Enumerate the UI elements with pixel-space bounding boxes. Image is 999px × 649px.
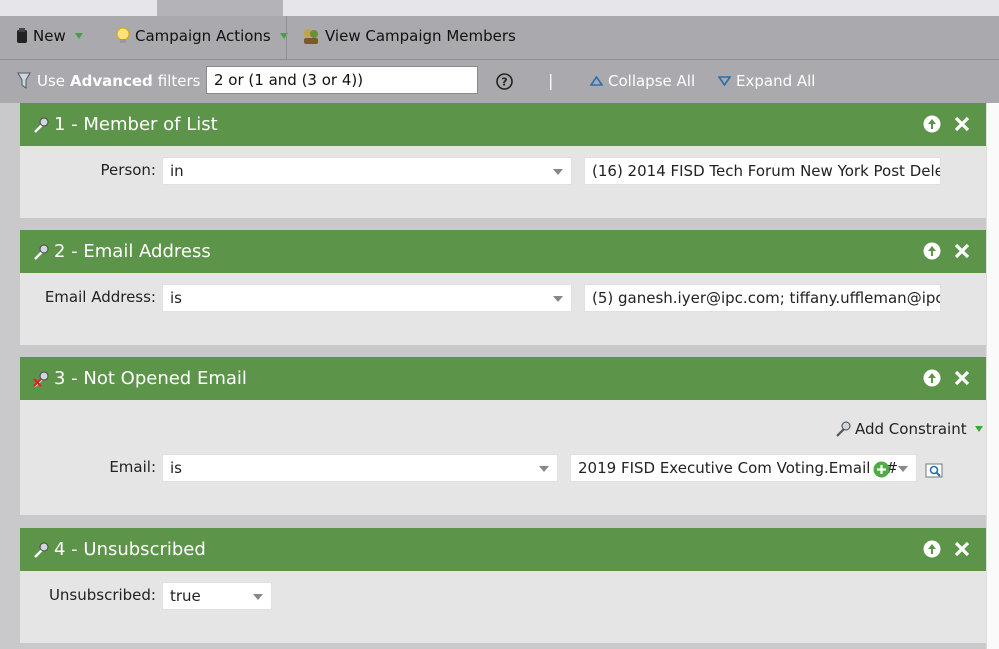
svg-text:?: ? [501, 76, 507, 89]
filter-title-text: 2 - Email Address [54, 241, 211, 262]
operator-value: is [170, 289, 182, 307]
filter-title: 4 - Unsubscribed [32, 539, 206, 560]
field-label: Email Address: [44, 288, 156, 306]
filter-title: 1 - Member of List [32, 114, 218, 135]
operator-select[interactable]: is [162, 454, 558, 482]
close-icon[interactable] [953, 369, 971, 387]
collapse-all-link[interactable]: Collapse All [590, 72, 695, 90]
filter-header[interactable]: 3 - Not Opened Email [20, 357, 986, 400]
add-constraint-button[interactable]: Add Constraint [835, 420, 983, 438]
lightbulb-icon [116, 27, 130, 43]
new-label: New [33, 27, 66, 45]
view-campaign-members-button[interactable]: View Campaign Members [302, 27, 516, 45]
filter-header[interactable]: 2 - Email Address [20, 230, 986, 273]
separator: | [548, 71, 554, 90]
filter-title-text: 4 - Unsubscribed [54, 539, 206, 560]
members-icon [304, 29, 318, 44]
chevron-down-icon [74, 33, 83, 39]
scrollbar[interactable] [986, 103, 999, 649]
new-menu-button[interactable]: New [16, 27, 83, 45]
value-input[interactable]: (5) ganesh.iyer@ipc.com; tiffany.ufflema… [584, 284, 941, 312]
wrench-disabled-icon [33, 371, 49, 387]
toolbar: New Campaign Actions View Campaign Membe… [0, 16, 999, 60]
close-icon[interactable] [953, 540, 971, 558]
field-label: Email: [109, 458, 156, 476]
value-text: (16) 2014 FISD Tech Forum New York Post … [592, 162, 941, 180]
boolean-select[interactable]: true [162, 582, 272, 610]
tab-strip [0, 0, 999, 16]
expand-all-link[interactable]: Expand All [718, 72, 815, 90]
filter-bar: Use Advanced filters ? | Collapse All Ex… [0, 60, 999, 103]
move-up-icon[interactable] [923, 115, 941, 133]
advanced-label: Advanced [70, 72, 153, 90]
chevron-down-icon [974, 426, 983, 432]
wrench-icon [836, 421, 851, 437]
filter-header[interactable]: 4 - Unsubscribed [20, 528, 986, 571]
add-constraint-label: Add Constraint [855, 420, 967, 438]
filter-logic-input[interactable] [206, 66, 478, 94]
wrench-icon [34, 542, 49, 558]
filter-title: 3 - Not Opened Email [32, 368, 247, 389]
filter-title-text: 3 - Not Opened Email [54, 368, 247, 389]
value-text: (5) ganesh.iyer@ipc.com; tiffany.ufflema… [592, 289, 940, 307]
chevron-down-icon [898, 466, 908, 472]
filter-card-unsubscribed: 4 - Unsubscribed Unsubscribed: true [20, 528, 986, 643]
chevron-down-icon [553, 296, 563, 302]
close-icon[interactable] [953, 242, 971, 260]
field-label: Person: [100, 161, 156, 179]
wrench-icon [34, 117, 49, 133]
chevron-down-icon [539, 466, 549, 472]
use-label: Use [37, 72, 66, 90]
expand-all-label: Expand All [736, 72, 816, 90]
advanced-filters-menu[interactable]: Use Advanced filters [16, 72, 218, 90]
close-icon[interactable] [953, 115, 971, 133]
filter-card-member-of-list: 1 - Member of List Person: in (16) 2014 … [20, 103, 986, 218]
toolbar-divider [286, 16, 287, 59]
active-tab[interactable] [157, 0, 283, 16]
help-icon[interactable]: ? [496, 73, 513, 90]
move-up-icon[interactable] [923, 369, 941, 387]
value-input[interactable]: (16) 2014 FISD Tech Forum New York Post … [584, 157, 941, 185]
value-text: true [170, 587, 201, 605]
wrench-icon [34, 244, 49, 260]
value-text: 2019 FISD Executive Com Voting.Email - # [578, 459, 898, 477]
field-label: Unsubscribed: [48, 586, 156, 604]
lookup-icon[interactable] [925, 463, 945, 479]
triangle-down-icon [718, 76, 731, 86]
filter-card-email-address: 2 - Email Address Email Address: is (5) … [20, 230, 986, 345]
triangle-up-icon [590, 76, 603, 86]
view-campaign-members-label: View Campaign Members [325, 27, 516, 45]
move-up-icon[interactable] [923, 242, 941, 260]
collapse-all-label: Collapse All [608, 72, 696, 90]
campaign-actions-menu-button[interactable]: Campaign Actions [116, 27, 288, 45]
filter-header[interactable]: 1 - Member of List [20, 103, 986, 146]
chevron-down-icon [253, 594, 263, 600]
operator-select[interactable]: in [162, 157, 572, 185]
chevron-down-icon [553, 169, 563, 175]
email-asset-select[interactable]: 2019 FISD Executive Com Voting.Email - # [570, 454, 917, 482]
operator-value: is [170, 459, 182, 477]
operator-value: in [170, 162, 184, 180]
filter-title: 2 - Email Address [32, 241, 211, 262]
filter-card-not-opened-email: 3 - Not Opened Email Add Constraint Emai… [20, 357, 986, 515]
filters-label: filters [157, 72, 201, 90]
operator-select[interactable]: is [162, 284, 572, 312]
new-icon [17, 28, 27, 43]
campaign-actions-label: Campaign Actions [135, 27, 271, 45]
add-icon[interactable] [873, 461, 890, 478]
funnel-icon [17, 72, 31, 89]
filter-title-text: 1 - Member of List [54, 114, 218, 135]
move-up-icon[interactable] [923, 540, 941, 558]
